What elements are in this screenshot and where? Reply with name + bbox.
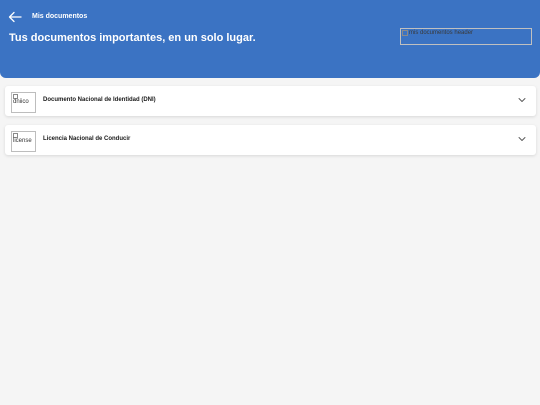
document-label: Licencia Nacional de Conducir	[43, 136, 131, 142]
header-image-alt: mis documentos header	[409, 30, 474, 36]
chevron-down-icon[interactable]	[518, 96, 526, 104]
header-image: mis documentos header	[400, 28, 532, 45]
dni-icon-alt: dniico	[13, 99, 29, 105]
header-banner: Mis documentos Tus documentos importante…	[0, 0, 540, 78]
hero-title: Tus documentos importantes, en un solo l…	[9, 32, 256, 44]
dni-icon: dniico	[11, 92, 36, 113]
chevron-down-icon[interactable]	[518, 135, 526, 143]
arrow-left-icon[interactable]	[8, 11, 22, 23]
license-icon-alt: license	[13, 138, 32, 144]
document-item-license[interactable]: license Licencia Nacional de Conducir	[5, 125, 536, 155]
document-item-dni[interactable]: dniico Documento Nacional de Identidad (…	[5, 86, 536, 116]
page-title: Mis documentos	[32, 13, 88, 20]
document-label: Documento Nacional de Identidad (DNI)	[43, 97, 156, 103]
broken-image-icon	[402, 30, 408, 36]
license-icon: license	[11, 131, 36, 152]
